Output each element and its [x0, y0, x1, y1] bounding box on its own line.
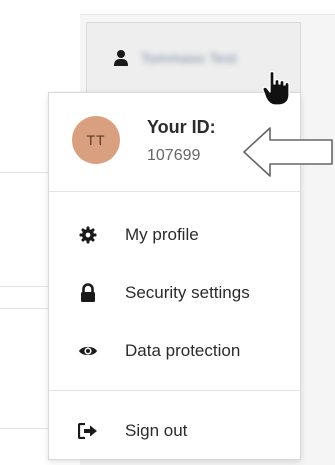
hand-cursor-icon: [262, 70, 292, 111]
menu-item-label: Security settings: [125, 283, 250, 302]
lock-icon: [77, 282, 99, 304]
menu-item-my-profile[interactable]: My profile: [49, 215, 300, 255]
menu-item-label: My profile: [125, 225, 199, 244]
user-id-label: Your ID:: [147, 117, 216, 137]
menu-item-security-settings[interactable]: Security settings: [49, 273, 300, 313]
page: Tommaso Test TT Your ID: 107699 My profi…: [0, 0, 335, 465]
gear-icon: [77, 224, 99, 246]
user-id-value: 107699: [147, 147, 201, 164]
menu-item-sign-out[interactable]: Sign out: [49, 411, 300, 451]
menu-divider: [49, 390, 300, 391]
left-arrow-icon: [242, 126, 334, 183]
avatar-initials: TT: [86, 132, 106, 148]
sign-out-icon: [77, 420, 99, 442]
avatar: TT: [72, 116, 120, 164]
user-name: Tommaso Test: [141, 49, 237, 66]
user-icon: [113, 49, 129, 67]
eye-icon: [77, 340, 99, 362]
menu-item-label: Data protection: [125, 341, 241, 360]
menu-item-label: Sign out: [125, 421, 188, 440]
menu-item-data-protection[interactable]: Data protection: [49, 331, 300, 371]
